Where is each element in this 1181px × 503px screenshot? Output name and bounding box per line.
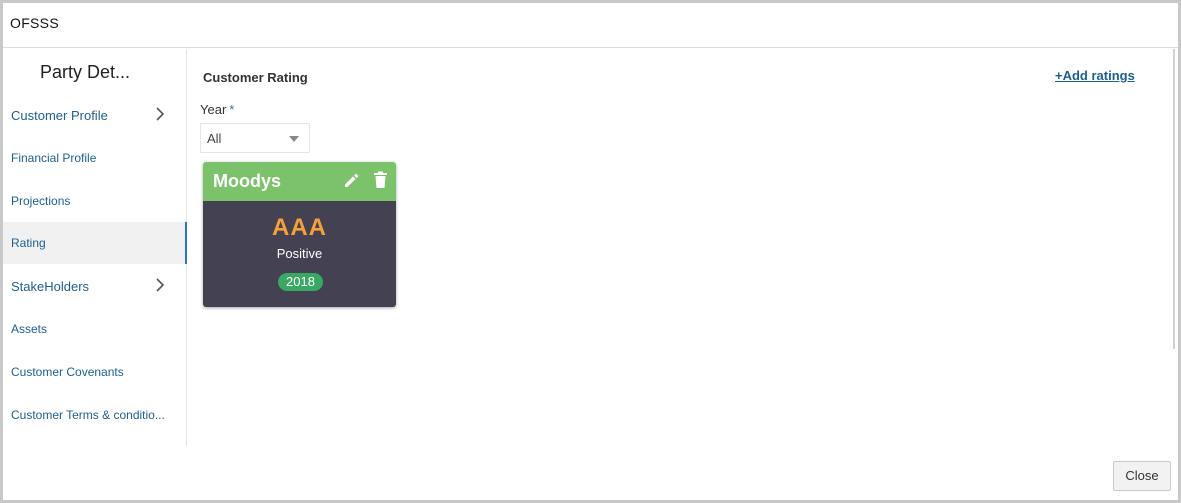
rating-card: Moodys AAA Positive 2018 <box>203 162 396 307</box>
sidebar-item-rating[interactable]: Rating <box>3 222 187 264</box>
sidebar-item-label: Customer Profile <box>11 107 108 123</box>
rating-card-body: AAA Positive 2018 <box>203 201 396 307</box>
sidebar-item-customer-profile[interactable]: Customer Profile <box>3 94 187 136</box>
sidebar-item-label: StakeHolders <box>11 278 90 294</box>
rating-card-header: Moodys <box>203 162 396 201</box>
sidebar-item-stakeholders[interactable]: StakeHolders <box>3 265 187 307</box>
caret-down-icon <box>289 136 299 142</box>
title-bar: OFSSS <box>3 3 1178 48</box>
main-content: Customer Rating +Add ratings Year * All M… <box>188 49 1178 446</box>
section-title: Customer Rating <box>203 70 308 85</box>
year-select-value: All <box>207 131 222 146</box>
trash-icon[interactable] <box>373 171 388 189</box>
sidebar-title: Party Det... <box>39 62 131 82</box>
chevron-right-icon <box>156 107 165 121</box>
sidebar-item-label: Assets <box>11 322 48 336</box>
rating-year-badge: 2018 <box>278 273 323 291</box>
sidebar-item-customer-terms[interactable]: Customer Terms & conditio... <box>3 394 187 436</box>
required-marker: * <box>229 102 235 117</box>
year-label-text: Year <box>200 102 227 117</box>
sidebar-item-projections[interactable]: Projections <box>3 180 187 222</box>
sidebar-item-label: Customer Covenants <box>11 365 124 379</box>
add-ratings-link[interactable]: +Add ratings <box>1055 68 1135 83</box>
sidebar-item-label: Projections <box>11 194 71 208</box>
window-title: OFSSS <box>10 15 59 31</box>
sidebar-item-label: Rating <box>11 236 46 250</box>
rating-outlook: Positive <box>276 246 323 261</box>
sidebar: Party Det... Customer Profile Financial … <box>3 49 187 446</box>
chevron-right-icon <box>156 278 165 292</box>
sidebar-item-financial-profile[interactable]: Financial Profile <box>3 137 187 179</box>
sidebar-item-label: Financial Profile <box>11 151 97 165</box>
sidebar-item-assets[interactable]: Assets <box>3 308 187 350</box>
scrollbar[interactable] <box>1173 49 1175 349</box>
sidebar-item-label: Customer Terms & conditio... <box>11 408 165 422</box>
rating-grade: AAA <box>272 214 327 241</box>
dialog-window: OFSSS Party Det... Customer Profile Fina… <box>0 0 1181 503</box>
sidebar-item-customer-covenants[interactable]: Customer Covenants <box>3 351 187 393</box>
year-select[interactable]: All <box>200 123 310 153</box>
pencil-icon[interactable] <box>343 172 360 189</box>
year-label: Year * <box>200 102 234 117</box>
close-button[interactable]: Close <box>1113 461 1171 491</box>
rating-agency: Moodys <box>213 171 282 191</box>
